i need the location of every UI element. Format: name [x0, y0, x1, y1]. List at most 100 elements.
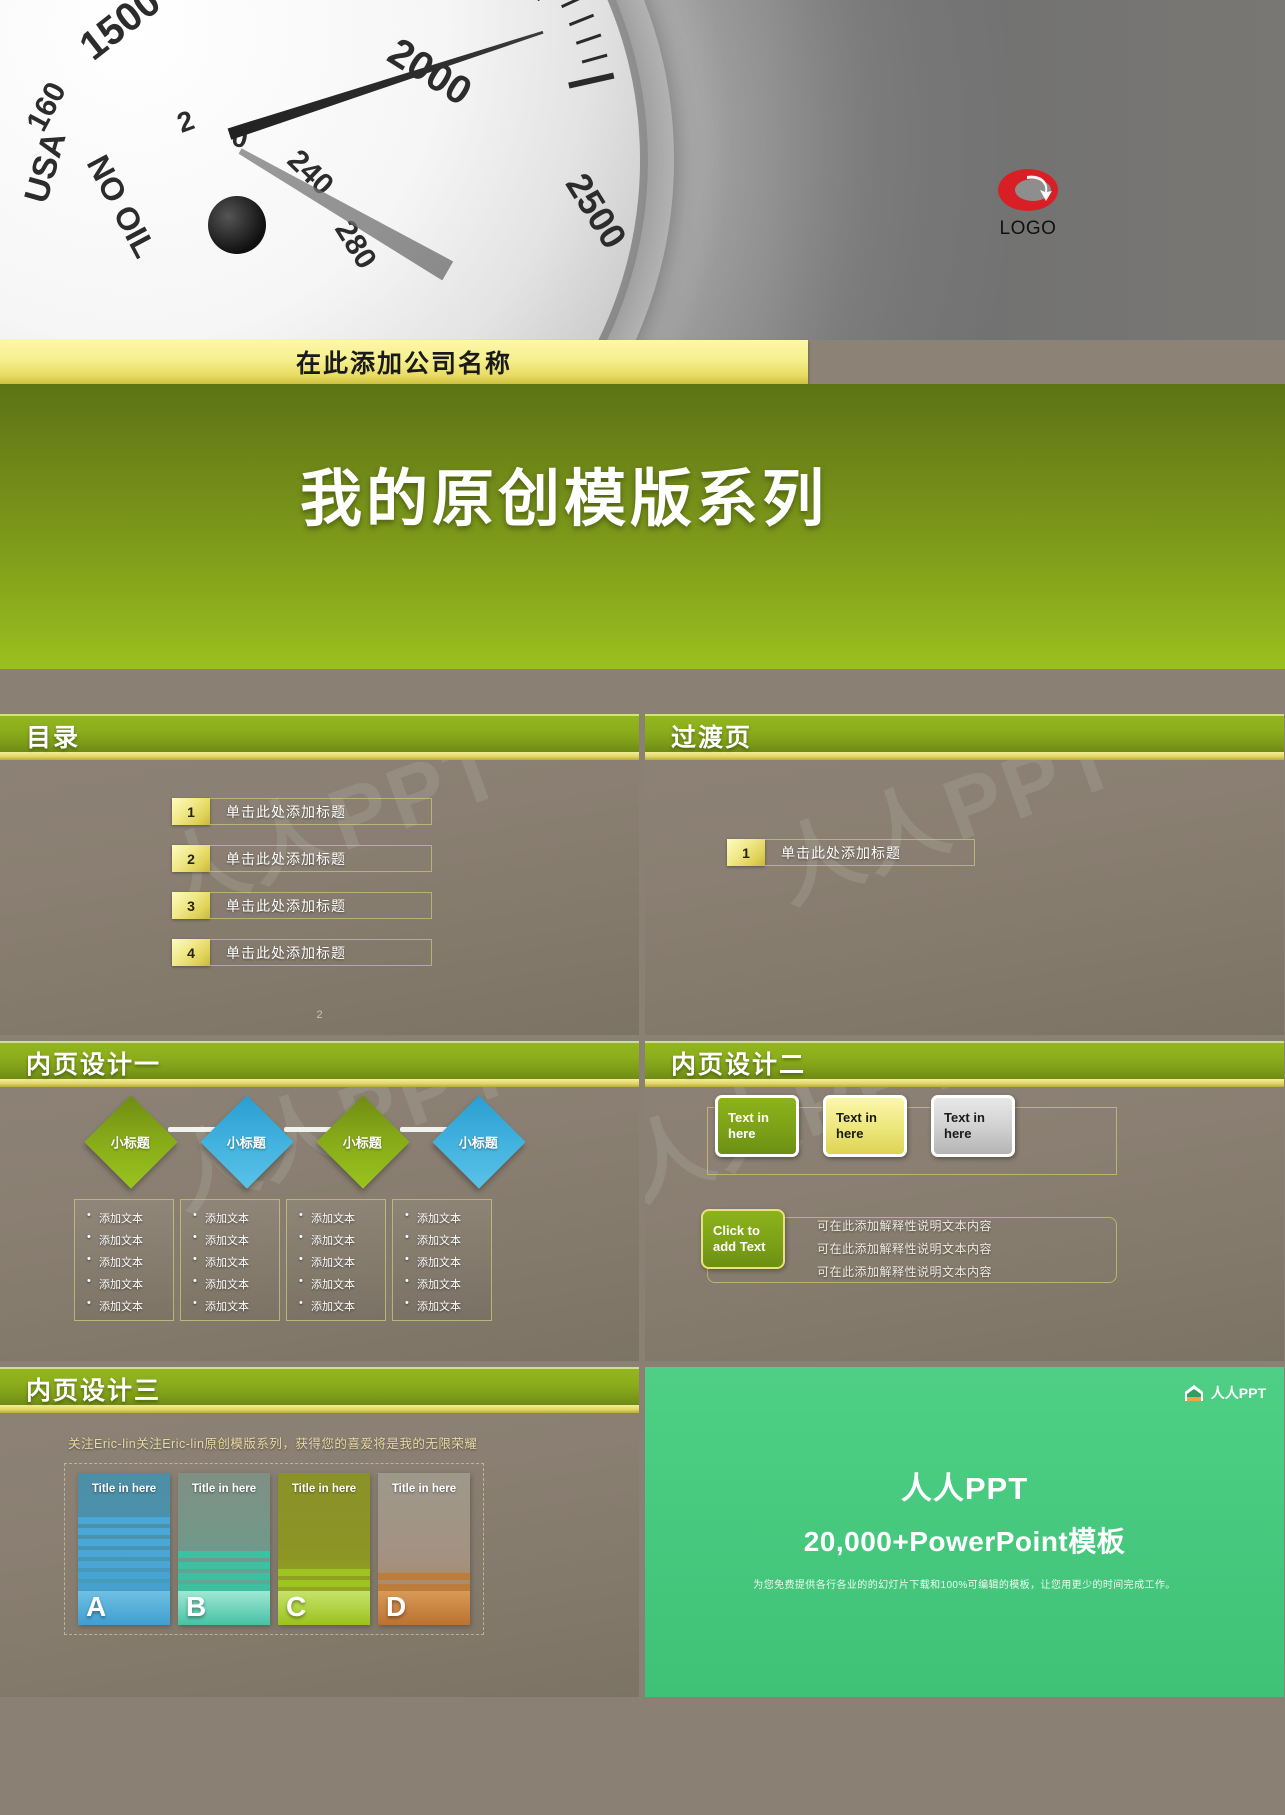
slide-row-2: 人人PPT 内页设计一 小标题 小标题 小标题 小标题 添加文本 添加文本 添 — [0, 1041, 1285, 1367]
cover-slide: 1500 160 2000 2 0 240 2500 280 USA NO OI… — [0, 0, 1285, 714]
text-column-item: 添加文本 — [85, 1231, 169, 1248]
diamond-row: 小标题 小标题 小标题 小标题 — [84, 1095, 554, 1189]
text-column[interactable]: 添加文本 添加文本 添加文本 添加文本 添加文本 — [180, 1199, 280, 1321]
transition-list: 1 单击此处添加标题 — [727, 839, 975, 886]
text-column[interactable]: 添加文本 添加文本 添加文本 添加文本 添加文本 — [392, 1199, 492, 1321]
text-box-yellow[interactable]: Text in here — [823, 1095, 907, 1157]
info-card[interactable]: Title in here D — [378, 1473, 470, 1625]
inner3-note: 关注Eric-lin关注Eric-lin原创模版系列，获得您的喜爱将是我的无限荣… — [68, 1437, 478, 1451]
slide-header-title: 内页设计二 — [671, 1051, 807, 1079]
toc-item-label: 单击此处添加标题 — [210, 798, 432, 825]
info-card[interactable]: Title in here C — [278, 1473, 370, 1625]
text-box-label: Text in here — [728, 1109, 769, 1141]
text-column-item: 添加文本 — [85, 1253, 169, 1270]
text-box-label: Text in here — [836, 1109, 877, 1141]
page-number: 2 — [316, 1009, 323, 1021]
info-card[interactable]: Title in here B — [178, 1473, 270, 1625]
text-column-item: 添加文本 — [403, 1253, 487, 1270]
slide-header-title: 目录 — [26, 724, 81, 752]
page-title: 我的原创模版系列 — [300, 465, 829, 534]
card-letter: B — [186, 1591, 207, 1622]
diamond-node[interactable]: 小标题 — [200, 1095, 294, 1189]
gauge-hub — [208, 196, 266, 254]
text-column-item: 添加文本 — [191, 1231, 275, 1248]
text-column-item: 添加文本 — [297, 1253, 381, 1270]
toc-item[interactable]: 3 单击此处添加标题 — [172, 892, 432, 919]
slide-row-1: 人人PPT 目录 1 单击此处添加标题 2 单击此处添加标题 3 单击此处添加标… — [0, 714, 1285, 1041]
gauge-photo: 1500 160 2000 2 0 240 2500 280 USA NO OI… — [0, 0, 1285, 340]
text-column-item: 添加文本 — [191, 1253, 275, 1270]
text-column-item: 添加文本 — [297, 1209, 381, 1226]
slide-row-3: 内页设计三 关注Eric-lin关注Eric-lin原创模版系列，获得您的喜爱将… — [0, 1367, 1285, 1703]
text-column-item: 添加文本 — [85, 1275, 169, 1292]
info-card[interactable]: Title in here A — [78, 1473, 170, 1625]
card-letter: A — [86, 1591, 107, 1622]
house-logo-icon — [1183, 1383, 1205, 1403]
slide-inner-1[interactable]: 人人PPT 内页设计一 小标题 小标题 小标题 小标题 添加文本 添加文本 添 — [0, 1041, 639, 1361]
text-column[interactable]: 添加文本 添加文本 添加文本 添加文本 添加文本 — [74, 1199, 174, 1321]
slide-header: 目录 — [0, 714, 639, 760]
text-column-item: 添加文本 — [191, 1297, 275, 1314]
click-to-add-text-button[interactable]: Click to add Text — [701, 1209, 785, 1269]
text-column-item: 添加文本 — [297, 1231, 381, 1248]
text-column-item: 添加文本 — [297, 1275, 381, 1292]
promo-subtitle: 20,000+PowerPoint模板 — [803, 1526, 1126, 1557]
slide-toc[interactable]: 人人PPT 目录 1 单击此处添加标题 2 单击此处添加标题 3 单击此处添加标… — [0, 714, 639, 1035]
slide-inner-2[interactable]: 人人PPT 内页设计二 Text in here Text in here Te… — [645, 1041, 1284, 1361]
description-lines: 可在此添加解释性说明文本内容 可在此添加解释性说明文本内容 可在此添加解释性说明… — [817, 1217, 992, 1286]
company-name-band[interactable]: 在此添加公司名称 — [0, 340, 808, 384]
cover-logo-label: LOGO — [999, 218, 1057, 239]
transition-item-number: 1 — [727, 839, 765, 866]
header-underline — [0, 752, 639, 760]
slide-transition[interactable]: 人人PPT 过渡页 1 单击此处添加标题 — [645, 714, 1284, 1035]
toc-item-label: 单击此处添加标题 — [210, 845, 432, 872]
text-column-item: 添加文本 — [85, 1297, 169, 1314]
slide-header: 内页设计一 — [0, 1041, 639, 1087]
toc-item-number: 3 — [172, 892, 210, 919]
card-letter: D — [386, 1591, 407, 1622]
card-row: Title in here A Title in here B Title in… — [78, 1473, 470, 1625]
text-box-green[interactable]: Text in here — [715, 1095, 799, 1157]
company-name-text: 在此添加公司名称 — [295, 350, 512, 378]
text-column-item: 添加文本 — [403, 1231, 487, 1248]
transition-item-label: 单击此处添加标题 — [765, 839, 975, 866]
diamond-label: 小标题 — [459, 1135, 499, 1151]
diamond-label: 小标题 — [227, 1135, 267, 1151]
slide-background — [645, 1041, 1284, 1361]
diamond-node[interactable]: 小标题 — [432, 1095, 526, 1189]
toc-list: 1 单击此处添加标题 2 单击此处添加标题 3 单击此处添加标题 4 单击此处添… — [172, 798, 432, 986]
promo-panel: 人人PPT 人人PPT 20,000+PowerPoint模板 为您免费提供各行… — [645, 1367, 1284, 1697]
slide-header: 内页设计二 — [645, 1041, 1284, 1087]
text-column-item: 添加文本 — [403, 1209, 487, 1226]
text-box-gray[interactable]: Text in here — [931, 1095, 1015, 1157]
toc-item[interactable]: 4 单击此处添加标题 — [172, 939, 432, 966]
toc-item[interactable]: 1 单击此处添加标题 — [172, 798, 432, 825]
slide-grid: 人人PPT 目录 1 单击此处添加标题 2 单击此处添加标题 3 单击此处添加标… — [0, 714, 1285, 1703]
slide-header-title: 过渡页 — [671, 724, 753, 752]
description-line: 可在此添加解释性说明文本内容 — [817, 1219, 993, 1233]
company-band-filler — [808, 340, 1285, 384]
header-bar — [0, 714, 639, 752]
text-box-label: Text in here — [944, 1109, 985, 1141]
promo-fine-print: 为您免费提供各行各业的的幻灯片下载和100%可编辑的模板，让您用更少的时间完成工… — [753, 1580, 1176, 1591]
slide-header: 过渡页 — [645, 714, 1284, 760]
red-c-logo-icon — [997, 168, 1059, 212]
toc-item[interactable]: 2 单击此处添加标题 — [172, 845, 432, 872]
diamond-node[interactable]: 小标题 — [84, 1095, 178, 1189]
text-column-item: 添加文本 — [191, 1209, 275, 1226]
toc-item-number: 2 — [172, 845, 210, 872]
diamond-node[interactable]: 小标题 — [316, 1095, 410, 1189]
click-box-label: Click to add Text — [713, 1222, 766, 1254]
text-column-item: 添加文本 — [403, 1297, 487, 1314]
description-line: 可在此添加解释性说明文本内容 — [817, 1265, 993, 1279]
diamond-label: 小标题 — [111, 1135, 151, 1151]
card-title: Title in here — [391, 1483, 457, 1495]
slide-inner-3[interactable]: 内页设计三 关注Eric-lin关注Eric-lin原创模版系列，获得您的喜爱将… — [0, 1367, 639, 1697]
transition-item[interactable]: 1 单击此处添加标题 — [727, 839, 975, 866]
card-letter: C — [286, 1591, 307, 1622]
cover-logo: LOGO — [973, 168, 1083, 240]
text-column-item: 添加文本 — [297, 1297, 381, 1314]
text-column[interactable]: 添加文本 添加文本 添加文本 添加文本 添加文本 — [286, 1199, 386, 1321]
promo-title: 人人PPT — [900, 1471, 1029, 1506]
toc-item-number: 1 — [172, 798, 210, 825]
